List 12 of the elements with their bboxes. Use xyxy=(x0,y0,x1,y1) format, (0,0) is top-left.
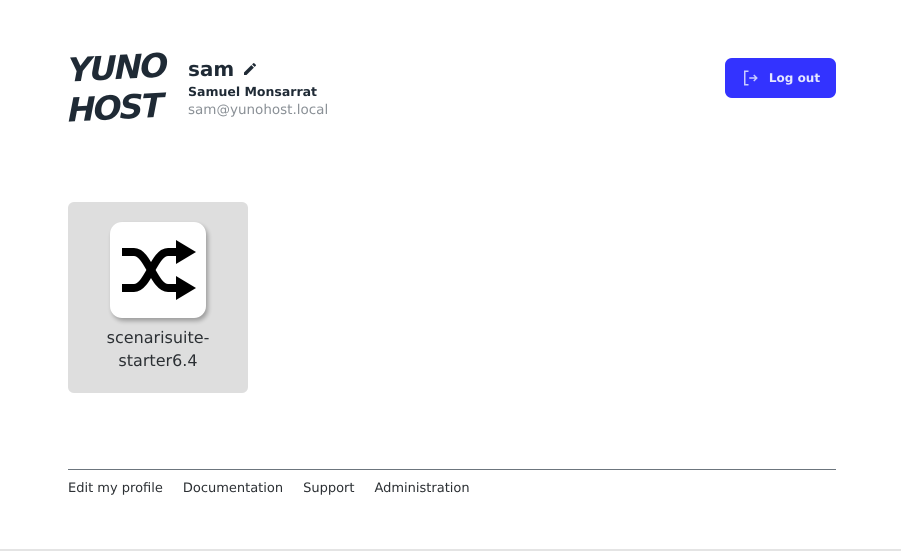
footer-link[interactable]: Support xyxy=(303,481,354,496)
logout-button[interactable]: Log out xyxy=(725,58,836,98)
app-tile[interactable]: scenarisuite-starter6.4 xyxy=(68,202,248,393)
full-name: Samuel Monsarrat xyxy=(188,84,318,99)
app-label: scenarisuite-starter6.4 xyxy=(106,327,210,372)
footer-link[interactable]: Administration xyxy=(374,481,470,496)
pencil-icon[interactable] xyxy=(242,61,258,77)
email: sam@yunohost.local xyxy=(188,102,328,118)
logo: YUNO HOST xyxy=(68,45,168,131)
footer-link[interactable]: Edit my profile xyxy=(68,481,163,496)
footer-link[interactable]: Documentation xyxy=(182,481,284,496)
username: sam xyxy=(188,56,234,82)
